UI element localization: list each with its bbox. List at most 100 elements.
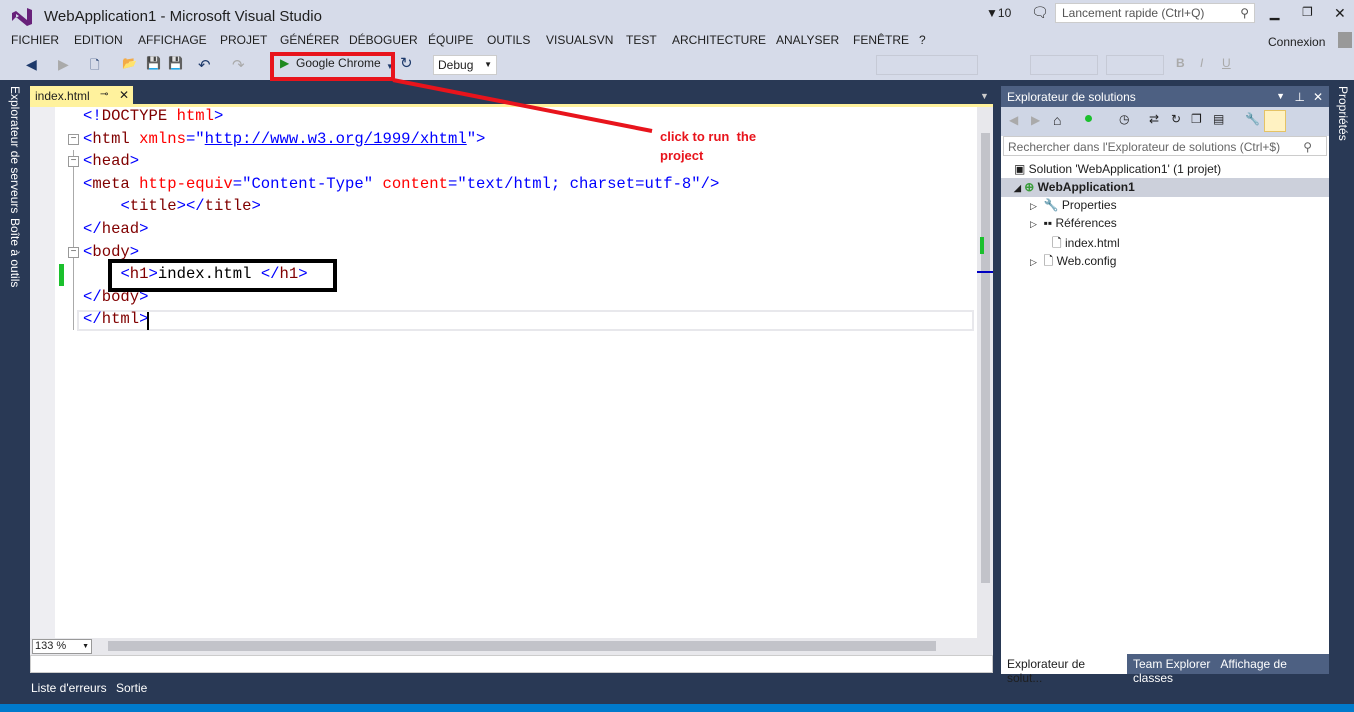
tab-solution-explorer[interactable]: Explorateur de solut... [1001,654,1127,685]
back-icon[interactable]: ◀ [1009,113,1018,127]
code-token: <! [83,107,102,125]
pin-icon[interactable]: ⊸ [100,89,108,100]
menu-fichier[interactable]: FICHIER [11,33,59,47]
toolbox-tab[interactable]: Boîte à outils [8,218,22,287]
tab-label: index.html [35,89,90,103]
configuration-select[interactable]: Debug ▼ [433,55,497,75]
tree-item-solution[interactable]: ▣ Solution 'WebApplication1' (1 projet) [1014,162,1221,176]
code-token: > [251,197,261,216]
code-token: html [92,129,130,148]
back-button[interactable]: ◀ [26,56,37,74]
home-icon[interactable]: ⌂ [1053,112,1061,128]
code-token: http://www.w3.org/1999/xhtml [204,129,467,148]
new-project-icon[interactable]: 🗋 [90,56,100,74]
menu-affichage[interactable]: AFFICHAGE [138,33,207,47]
forward-button[interactable]: ▶ [58,56,69,74]
scroll-thumb[interactable] [981,133,990,583]
minimize-button[interactable]: ▁ [1270,6,1279,20]
vertical-scrollbar[interactable] [977,107,993,638]
solution-search-input[interactable]: Rechercher dans l'Explorateur de solutio… [1003,136,1327,156]
sync-icon[interactable] [1085,115,1092,122]
menu-test[interactable]: TEST [626,33,657,47]
redo-icon[interactable]: ↷ [232,56,245,74]
code-token: > [129,242,140,261]
save-icon[interactable]: 💾 [146,56,161,74]
close-icon[interactable]: ✕ [1313,90,1323,104]
zoom-select[interactable]: 133 % ▼ [32,639,92,654]
highlight-box [108,259,337,292]
fold-toggle[interactable]: − [68,134,79,145]
menu-architecture[interactable]: ARCHITECTURE [672,33,766,47]
tree-item-properties[interactable]: ▷ 🔧 Properties [1030,198,1117,212]
bottom-panel-tabs: Team Explorer Affichage de classes [1127,654,1329,685]
menu-outils[interactable]: OUTILS [487,33,530,47]
menu-generer[interactable]: GÉNÉRER [280,33,339,47]
fold-toggle[interactable]: − [68,156,79,167]
quick-launch-input[interactable]: Lancement rapide (Ctrl+Q) ⚲ [1055,3,1255,23]
notifications-flag[interactable]: ▼10 [986,6,1011,20]
style-select[interactable] [876,55,978,75]
code-token: ="Content-Type" [232,174,374,193]
menu-help[interactable]: ? [919,33,926,47]
menu-equipe[interactable]: ÉQUIPE [428,33,473,47]
gutter [30,107,55,638]
text-cursor [147,312,149,330]
tab-team-explorer[interactable]: Team Explorer [1133,657,1210,671]
underline-button[interactable]: U [1222,56,1231,74]
forward-icon[interactable]: ▶ [1031,113,1040,127]
signin-link[interactable]: Connexion [1268,35,1325,49]
tree-item-references[interactable]: ▷ ▪▪ Références [1030,216,1117,230]
menu-edition[interactable]: EDITION [74,33,123,47]
code-token: < [83,174,93,193]
menu-deboguer[interactable]: DÉBOGUER [349,33,418,47]
open-file-icon[interactable]: 📂 [122,56,137,74]
server-explorer-tab[interactable]: Explorateur de serveurs [8,86,22,213]
code-token: < [83,129,93,148]
pending-changes-icon[interactable]: ◷ [1119,112,1129,126]
restore-button[interactable]: ❐ [1302,5,1313,19]
tree-item-web-config[interactable]: ▷ 🗋 Web.config [1030,252,1116,273]
close-button[interactable]: ✕ [1334,5,1346,22]
show-all-files-icon[interactable]: ▤ [1213,112,1224,126]
tree-item-project[interactable]: ◢ ⊕ WebApplication1 [1014,180,1135,194]
dropdown-icon[interactable]: ▼ [1276,91,1285,101]
fold-toggle[interactable]: − [68,247,79,258]
undo-icon[interactable]: ↶ [198,56,211,74]
refresh-icon[interactable]: ↻ [1171,112,1181,126]
tab-overflow-icon[interactable]: ▼ [980,91,989,101]
menu-visualsvn[interactable]: VISUALSVN [546,33,613,47]
font-select[interactable] [1030,55,1098,75]
save-all-icon[interactable]: 💾 [168,56,183,74]
avatar[interactable] [1338,32,1352,48]
refresh-icon[interactable]: ↻ [400,54,413,72]
configuration-value: Debug [438,58,474,72]
preview-toggle-icon[interactable] [1264,110,1286,132]
pin-icon[interactable]: ⊥ [1295,90,1305,104]
size-select[interactable] [1106,55,1164,75]
tree-label: Solution 'WebApplication1' (1 projet) [1028,162,1222,176]
italic-button[interactable]: I [1200,56,1203,74]
sync-arrows-icon[interactable]: ⇄ [1149,112,1159,126]
code-token: title [129,197,177,216]
search-icon: ⚲ [1303,140,1312,154]
menu-analyser[interactable]: ANALYSER [776,33,839,47]
code-token: </ [83,220,102,238]
menu-projet[interactable]: PROJET [220,33,267,47]
bold-button[interactable]: B [1176,56,1185,74]
fold-line [73,150,74,330]
tab-output[interactable]: Sortie [116,681,147,695]
close-tab-icon[interactable]: ✕ [119,88,129,102]
code-token: head [92,152,130,171]
horizontal-scrollbar[interactable] [108,641,936,651]
secondary-scrollbar[interactable] [30,655,993,673]
tab-error-list[interactable]: Liste d'erreurs [31,681,107,695]
menu-fenetre[interactable]: FENÊTRE [853,33,909,47]
properties-wrench-icon[interactable]: 🔧 [1245,112,1260,126]
code-line: </head> [83,218,149,241]
collapse-all-icon[interactable]: ❐ [1191,112,1202,126]
tab-index-html[interactable]: index.html ⊸ ✕ [30,86,133,105]
feedback-icon[interactable]: 🗨 [1031,4,1049,21]
properties-tab[interactable]: Propriétés [1336,86,1350,141]
